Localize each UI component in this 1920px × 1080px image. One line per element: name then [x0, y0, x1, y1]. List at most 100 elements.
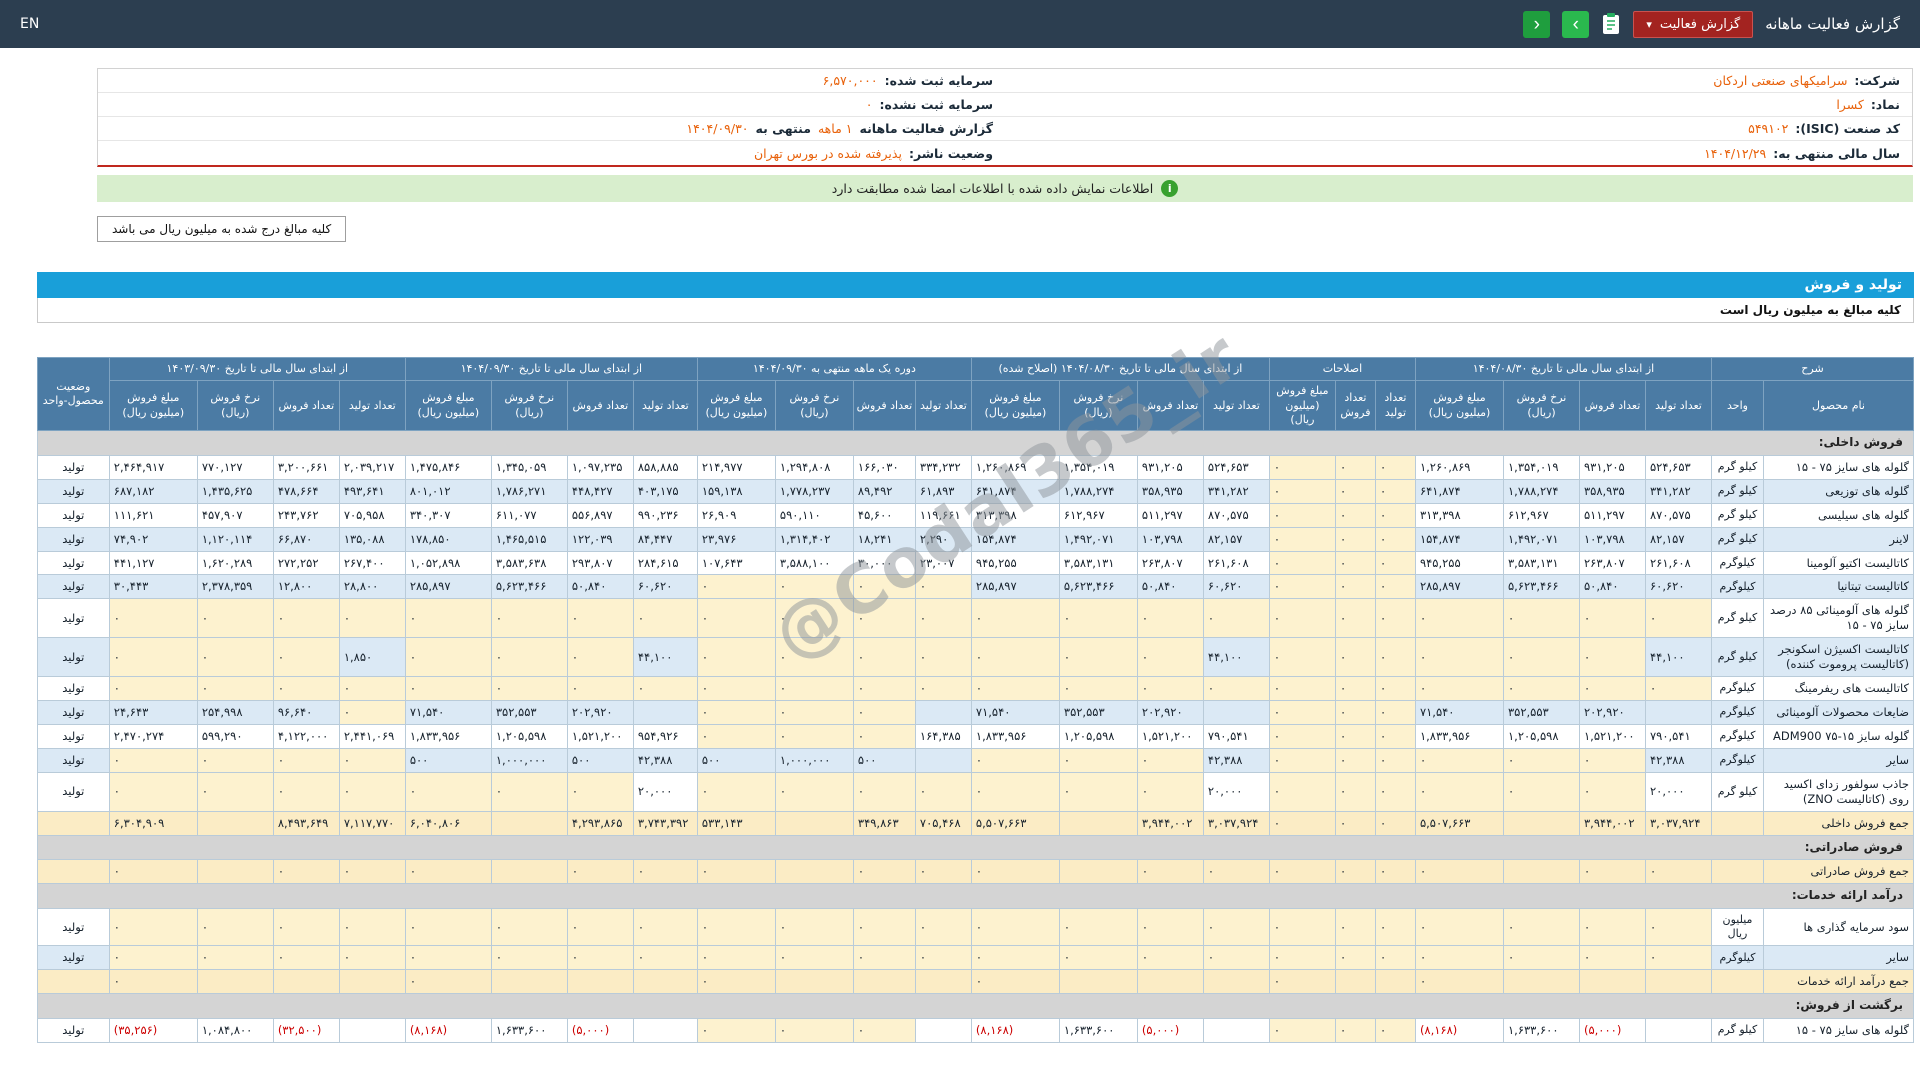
production-sales-header: تولید و فروش — [37, 272, 1914, 298]
report-type-dropdown[interactable]: گزارش فعالیت ▾ — [1633, 11, 1753, 38]
value-cell: ۰ — [853, 599, 915, 638]
unit-cell: کیلو گرم — [1711, 527, 1763, 551]
product-status: تولید — [37, 479, 109, 503]
isic-label: کد صنعت (ISIC): — [1795, 121, 1900, 136]
value-cell: ۶,۳۰۴,۹۰۹ — [109, 811, 197, 835]
value-cell: ۲۰۲,۹۲۰ — [567, 701, 633, 725]
value-cell: ۰ — [339, 908, 405, 946]
value-cell: ۱۲,۸۰۰ — [273, 575, 339, 599]
value-cell: ۰ — [915, 575, 971, 599]
value-cell: ۰ — [697, 908, 775, 946]
value-cell: ۲۰,۰۰۰ — [633, 772, 697, 811]
value-cell: ۵۵۶,۸۹۷ — [567, 503, 633, 527]
value-cell: ۰ — [1137, 638, 1203, 677]
value-cell — [1059, 860, 1137, 884]
value-cell: ۰ — [1415, 908, 1503, 946]
value-cell: ۰ — [405, 638, 491, 677]
product-row: کاتالیست تیتانیاکیلوگرم۶۰,۶۲۰۵۰,۸۴۰۵,۶۲۳… — [37, 575, 1913, 599]
column-header: تعداد تولید — [633, 381, 697, 431]
value-cell: ۴۲,۳۸۸ — [633, 748, 697, 772]
product-status: تولید — [37, 677, 109, 701]
value-cell: ۱۲۲,۰۳۹ — [567, 527, 633, 551]
column-group-header: دوره یک ماهه منتهی به ۱۴۰۴/۰۹/۳۰ — [697, 358, 971, 381]
value-cell: ۰ — [1503, 638, 1579, 677]
value-cell: (۸,۱۶۸) — [405, 1018, 491, 1042]
value-cell: ۵۹۹,۲۹۰ — [197, 725, 273, 749]
value-cell: ۰ — [405, 860, 491, 884]
value-cell: ۰ — [697, 575, 775, 599]
value-cell: ۲۳,۰۰۷ — [915, 551, 971, 575]
value-cell: ۰ — [273, 599, 339, 638]
section-title: فروش صادراتی: — [37, 835, 1913, 860]
unit-cell: کیلوگرم — [1711, 946, 1763, 970]
value-cell: ۰ — [1335, 455, 1375, 479]
value-cell: ۰ — [1335, 772, 1375, 811]
value-cell: ۱,۳۱۴,۴۰۲ — [775, 527, 853, 551]
value-cell: ۷۰۵,۹۵۸ — [339, 503, 405, 527]
value-cell: ۲۶۷,۴۰۰ — [339, 551, 405, 575]
value-cell: ۳,۹۴۴,۰۰۲ — [1137, 811, 1203, 835]
column-header: مبلغ فروش (میلیون ریال) — [109, 381, 197, 431]
value-cell: ۱,۲۰۵,۵۹۸ — [1059, 725, 1137, 749]
value-cell: ۲۵۴,۹۹۸ — [197, 701, 273, 725]
value-cell — [567, 970, 633, 994]
value-cell: ۱,۱۲۰,۱۱۴ — [197, 527, 273, 551]
value-cell: ۰ — [1503, 946, 1579, 970]
value-cell: ۴۰۳,۱۷۵ — [633, 479, 697, 503]
product-status: تولید — [37, 946, 109, 970]
clipboard-icon[interactable] — [1601, 12, 1621, 36]
value-cell: ۵۳۳,۱۴۳ — [697, 811, 775, 835]
value-cell: ۰ — [1137, 946, 1203, 970]
value-cell: ۲۹۳,۸۰۷ — [567, 551, 633, 575]
product-name: کاتالیست اکتیو آلومینا — [1764, 551, 1914, 575]
value-cell: ۰ — [1335, 811, 1375, 835]
value-cell: ۰ — [971, 638, 1059, 677]
column-header: تعداد فروش — [567, 381, 633, 431]
value-cell: ۰ — [1375, 1018, 1415, 1042]
value-cell: ۳,۵۸۳,۱۳۱ — [1503, 551, 1579, 575]
value-cell: ۱۶۴,۳۸۵ — [915, 725, 971, 749]
value-cell: ۳,۰۳۷,۹۲۴ — [1203, 811, 1269, 835]
value-cell: ۰ — [1375, 527, 1415, 551]
value-cell: ۵۰۰ — [697, 748, 775, 772]
value-cell: ۰ — [1269, 455, 1335, 479]
unit-cell: کیلو گرم — [1711, 638, 1763, 677]
product-name: سود سرمایه گذاری ها — [1764, 908, 1914, 946]
value-cell — [197, 970, 273, 994]
value-cell: ۴۲,۳۸۸ — [1203, 748, 1269, 772]
unit-cell — [1711, 970, 1763, 994]
unit-cell: کیلوگرم — [1711, 725, 1763, 749]
production-sales-section: تولید و فروش کلیه مبالغ به میلیون ریال ا… — [37, 272, 1914, 323]
product-status: تولید — [37, 575, 109, 599]
value-cell: ۱,۴۶۵,۵۱۵ — [491, 527, 567, 551]
value-cell — [633, 970, 697, 994]
value-cell: ۳۱۳,۳۹۸ — [1415, 503, 1503, 527]
signed-data-banner-text: اطلاعات نمایش داده شده با اطلاعات امضا ش… — [832, 181, 1153, 196]
value-cell: ۴۴۱,۱۲۷ — [109, 551, 197, 575]
column-header: تعداد تولید — [1375, 381, 1415, 431]
value-cell: ۰ — [1375, 725, 1415, 749]
section-row: فروش داخلی: — [37, 431, 1913, 456]
value-cell — [915, 1018, 971, 1042]
value-cell: ۰ — [1645, 677, 1711, 701]
value-cell: ۲۶,۹۰۹ — [697, 503, 775, 527]
info-icon: i — [1161, 180, 1178, 197]
value-cell: ۸,۴۹۳,۶۴۹ — [273, 811, 339, 835]
next-report-button[interactable]: › — [1562, 11, 1589, 38]
value-cell: ۰ — [1579, 860, 1645, 884]
value-cell: ۰ — [1375, 860, 1415, 884]
symbol-label: نماد: — [1871, 97, 1900, 112]
value-cell: ۴۵۷,۹۰۷ — [197, 503, 273, 527]
value-cell: (۸,۱۶۸) — [971, 1018, 1059, 1042]
value-cell: ۰ — [1415, 970, 1503, 994]
value-cell: ۰ — [853, 772, 915, 811]
total-row: جمع درآمد ارائه خدمات۰۰۰۰۰۰ — [37, 970, 1913, 994]
value-cell: ۰ — [1137, 677, 1203, 701]
value-cell: ۰ — [1137, 772, 1203, 811]
value-cell — [1203, 1018, 1269, 1042]
value-cell: ۰ — [915, 638, 971, 677]
prev-report-button[interactable]: ‹ — [1523, 11, 1550, 38]
value-cell: ۳,۷۴۳,۳۹۲ — [633, 811, 697, 835]
language-toggle-en[interactable]: EN — [20, 16, 39, 32]
symbol-row: نماد: کسرا — [1005, 93, 1912, 117]
